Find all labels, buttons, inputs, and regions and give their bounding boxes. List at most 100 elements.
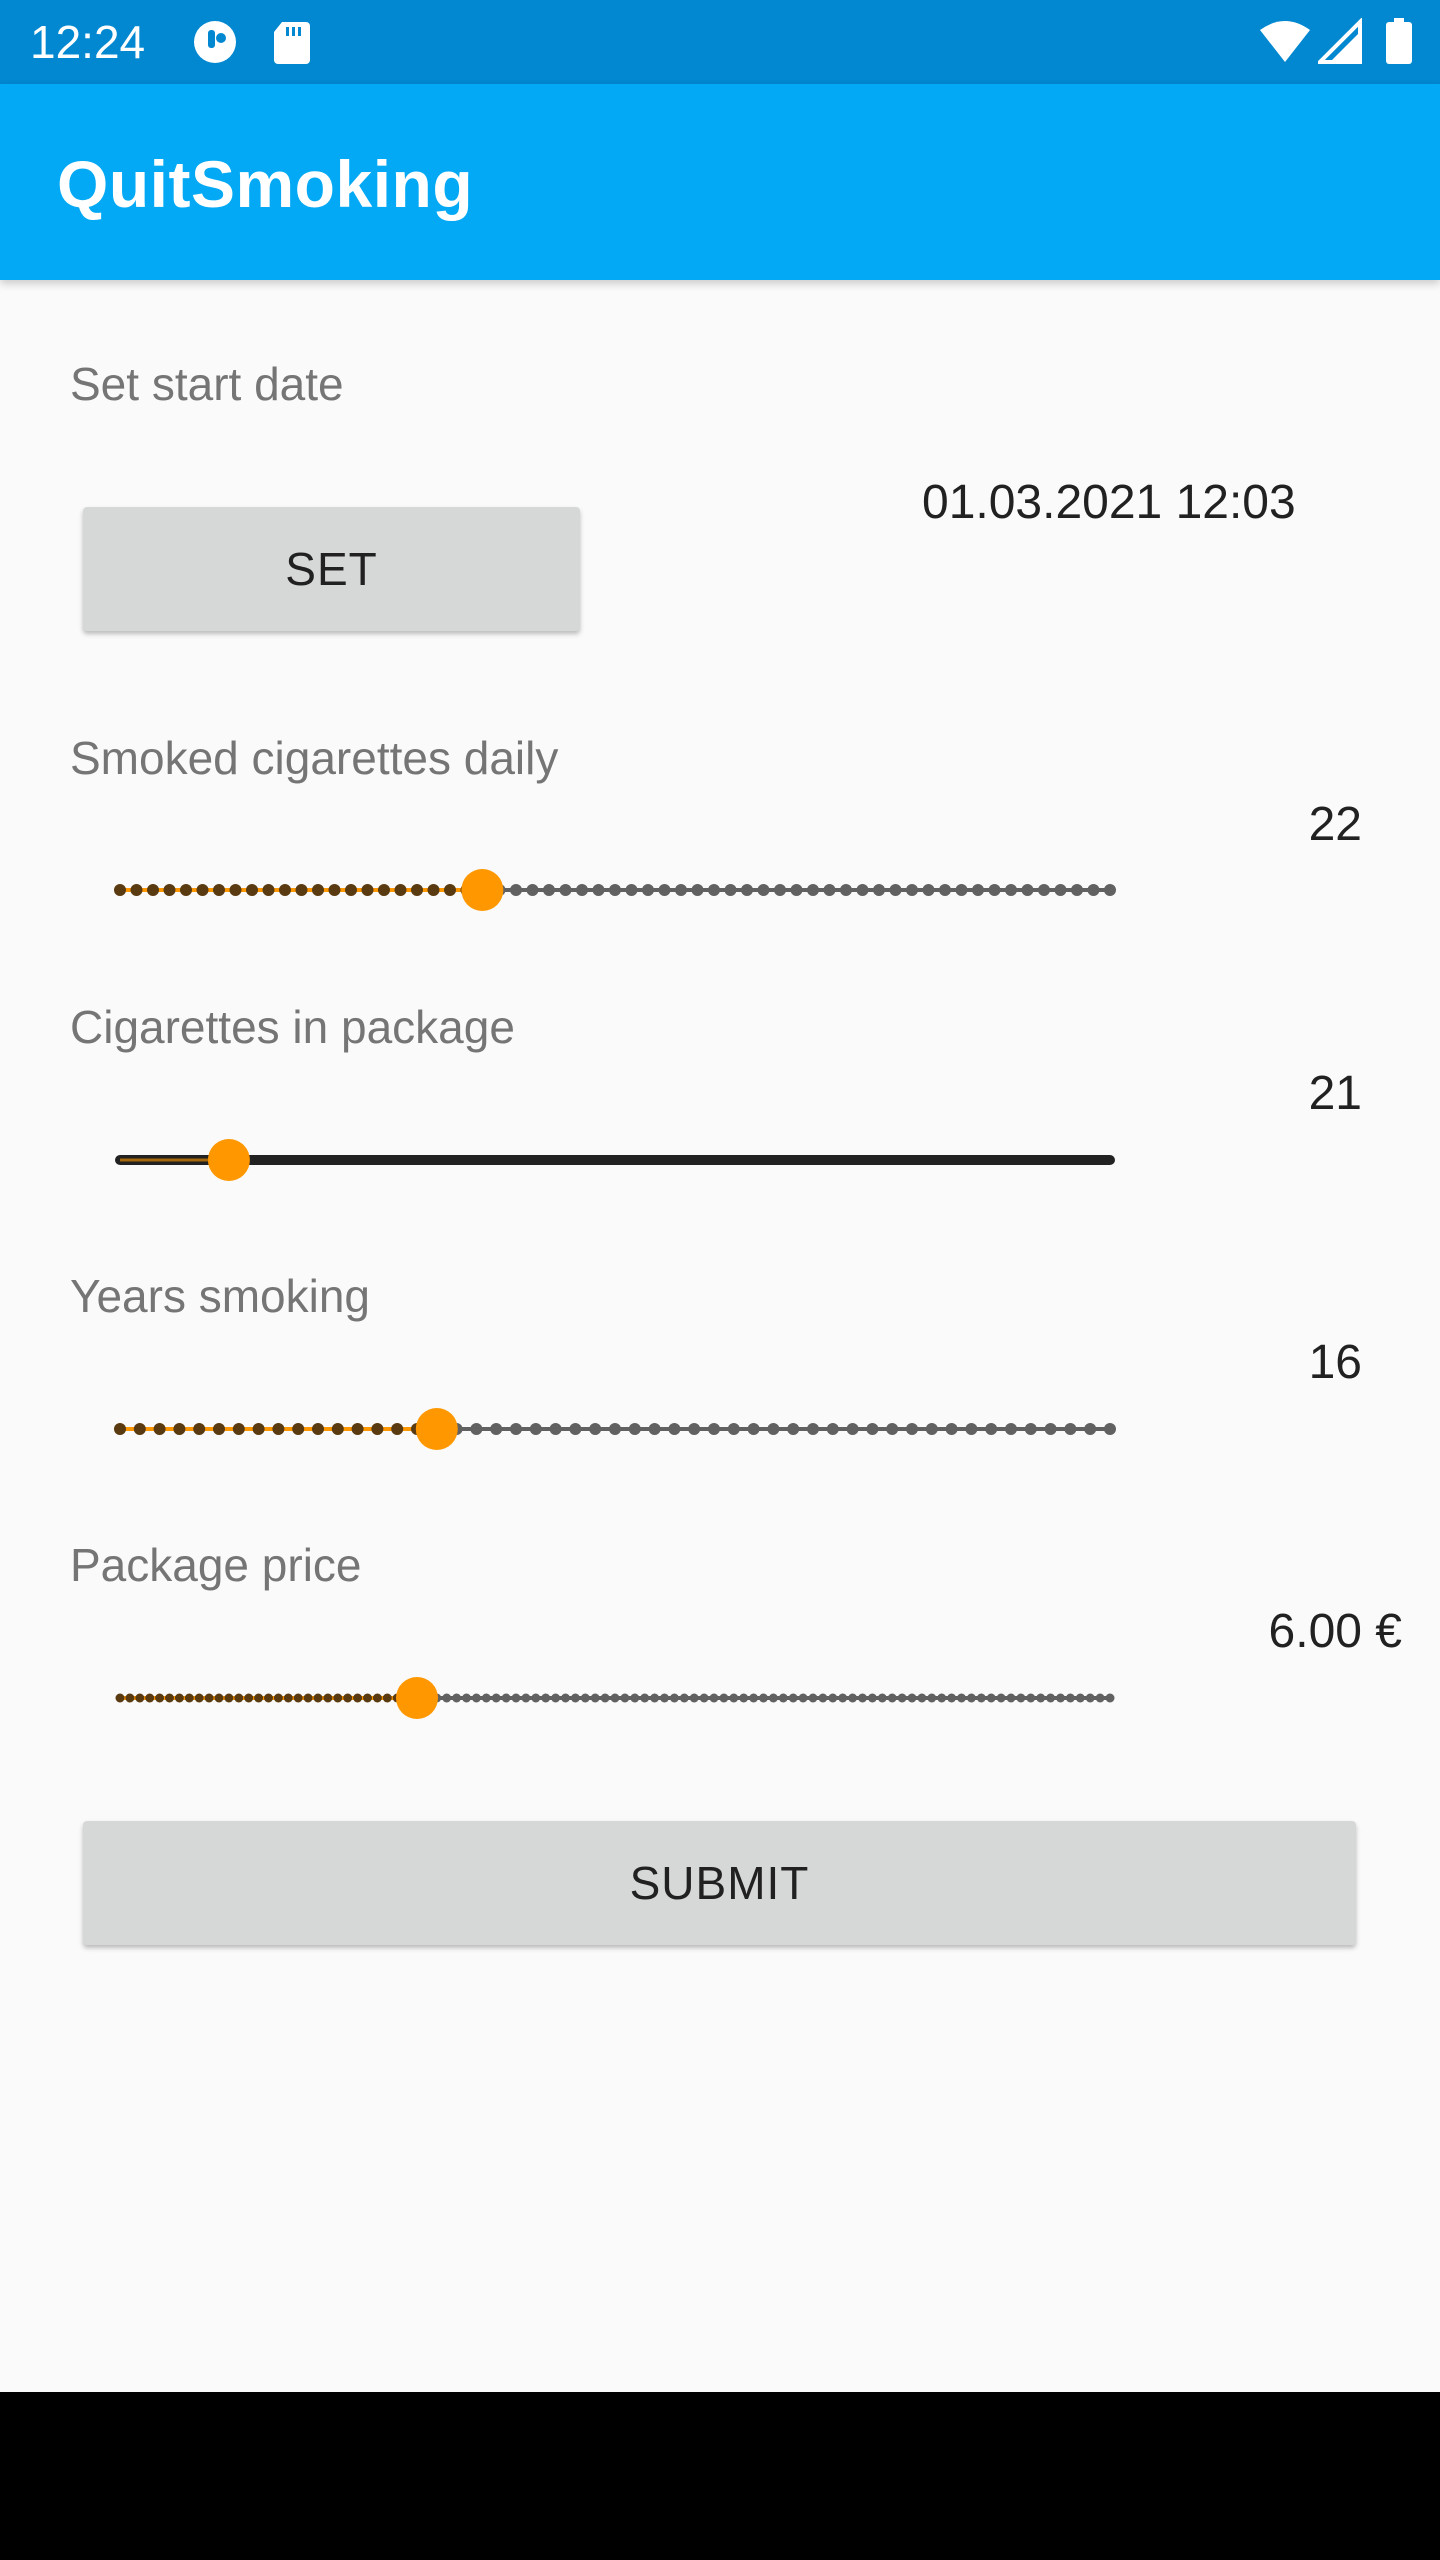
- slider-tick: [184, 1693, 194, 1703]
- slider-tick: [976, 1693, 986, 1703]
- slider-tick: [873, 884, 885, 896]
- slider-tick: [272, 1423, 285, 1435]
- package-price-value: 6.00 €: [1268, 1605, 1402, 1658]
- slider-tick: [323, 1693, 333, 1703]
- slider-tick: [1064, 1423, 1077, 1435]
- slider-tick: [125, 1693, 135, 1703]
- slider-tick: [481, 1693, 491, 1703]
- slider-tick: [491, 1693, 501, 1703]
- slider-tick: [292, 1423, 305, 1435]
- slider-tick: [609, 884, 621, 896]
- slider-tick: [625, 884, 638, 896]
- slider-thumb: [396, 1677, 438, 1719]
- slider-tick: [295, 884, 308, 896]
- slider-tick: [768, 1693, 778, 1703]
- slider-tick: [741, 884, 753, 896]
- slider-tick: [778, 1693, 788, 1703]
- slider-tick: [826, 1423, 839, 1435]
- slider-tick: [391, 1423, 404, 1435]
- slider-tick: [526, 884, 539, 896]
- slider-tick: [1026, 1693, 1036, 1703]
- slider-tick: [1105, 1693, 1115, 1703]
- slider-tick: [153, 1423, 166, 1435]
- slider-tick: [174, 1693, 184, 1703]
- slider-tick: [1087, 884, 1100, 896]
- slider-tick: [838, 1693, 848, 1703]
- slider-tick: [312, 1423, 324, 1435]
- slider-tick: [353, 1693, 363, 1703]
- submit-button[interactable]: SUBMIT: [83, 1821, 1356, 1945]
- slider-tick: [462, 1693, 471, 1703]
- slider-tick: [312, 884, 324, 896]
- slider-tick: [254, 1693, 264, 1703]
- smoked-daily-value: 22: [1308, 798, 1362, 851]
- years-smoking-slider[interactable]: [100, 1389, 1140, 1469]
- wifi-icon: [1258, 18, 1312, 66]
- slider-tick: [224, 1693, 234, 1703]
- slider-tick: [922, 884, 935, 896]
- slider-tick: [133, 1423, 146, 1435]
- slider-tick: [590, 1693, 600, 1703]
- slider-tick: [708, 1423, 720, 1435]
- slider-tick: [551, 1693, 561, 1703]
- slider-tick: [283, 1693, 293, 1703]
- slider-tick: [610, 1693, 620, 1703]
- slider-tick: [328, 884, 341, 896]
- slider-tick: [570, 1693, 580, 1703]
- slider-tick: [906, 884, 918, 896]
- slider-tick: [115, 1693, 125, 1703]
- slider-tick: [739, 1693, 749, 1703]
- slider-tick: [361, 884, 374, 896]
- slider-tick: [521, 1693, 531, 1703]
- slider-tick: [689, 1693, 699, 1703]
- slider-tick: [442, 1693, 452, 1703]
- slider-tick: [194, 1693, 204, 1703]
- slider-tick: [471, 1693, 481, 1703]
- slider-tick: [1054, 884, 1067, 896]
- slider-tick: [1065, 1693, 1075, 1703]
- slider-tick: [759, 1693, 768, 1703]
- slider-tick: [165, 1693, 174, 1703]
- slider-tick: [985, 1423, 998, 1435]
- slider-tick: [1021, 884, 1034, 896]
- slider-tick: [193, 1423, 206, 1435]
- slider-tick: [927, 1693, 937, 1703]
- slider-tick: [897, 1693, 907, 1703]
- slider-tick: [886, 1423, 899, 1435]
- slider-tick: [1046, 1693, 1056, 1703]
- set-date-button[interactable]: SET: [83, 507, 580, 631]
- slider-tick: [1071, 884, 1083, 896]
- cigarettes-in-package-label: Cigarettes in package: [70, 1001, 515, 1053]
- slider-tick: [213, 1423, 225, 1435]
- slider-tick: [333, 1693, 343, 1703]
- slider-tick: [620, 1693, 630, 1703]
- slider-tick: [576, 884, 588, 896]
- slider-tick: [155, 1693, 165, 1703]
- slider-tick: [213, 884, 225, 896]
- slider-tick: [229, 884, 242, 896]
- slider-thumb: [461, 869, 504, 911]
- slider-tick: [343, 1693, 353, 1703]
- slider-tick: [867, 1693, 877, 1703]
- slider-tick: [856, 884, 869, 896]
- slider-tick: [130, 884, 143, 896]
- navigation-bar: [0, 2392, 1440, 2560]
- slider-tick: [658, 884, 671, 896]
- slider-tick: [889, 884, 902, 896]
- package-price-slider[interactable]: [100, 1658, 1140, 1738]
- slider-tick: [345, 884, 357, 896]
- slider-tick: [501, 1693, 511, 1703]
- slider-tick: [790, 884, 803, 896]
- slider-tick: [1005, 1423, 1017, 1435]
- slider-thumb: [415, 1408, 458, 1450]
- smoked-daily-slider[interactable]: [100, 850, 1140, 930]
- slider-thumb: [207, 1139, 250, 1181]
- slider-tick: [866, 1423, 879, 1435]
- slider-tick: [145, 1693, 155, 1703]
- cigarettes-in-package-slider[interactable]: [100, 1120, 1140, 1200]
- slider-tick: [846, 1423, 859, 1435]
- package-price-label: Package price: [70, 1539, 362, 1591]
- slider-tick: [688, 1423, 701, 1435]
- slider-tick: [382, 1693, 392, 1703]
- app-title: QuitSmoking: [57, 147, 474, 221]
